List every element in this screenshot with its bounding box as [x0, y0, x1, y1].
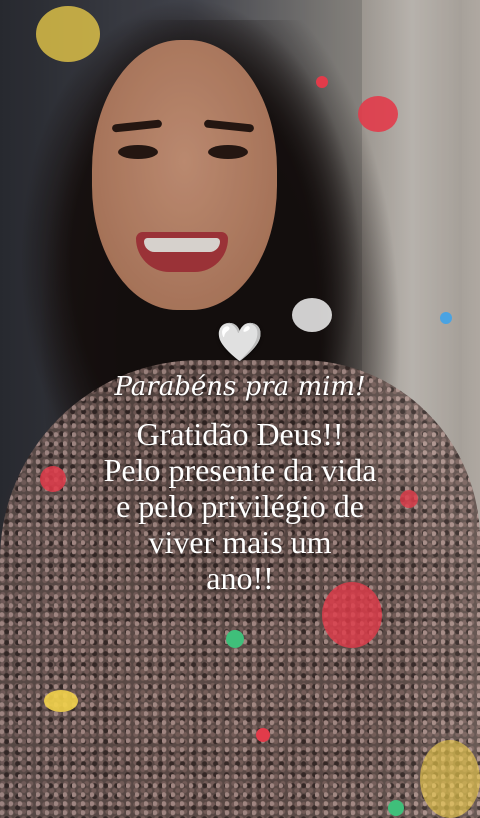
- caption-line: ano!!: [206, 560, 274, 596]
- caption-line: Gratidão Deus!!: [136, 416, 344, 452]
- white-heart-icon: 🤍: [216, 320, 264, 364]
- caption-heading: Parabéns pra mim!: [114, 372, 366, 402]
- confetti-piece: [316, 76, 328, 88]
- confetti-piece: [388, 800, 404, 816]
- caption-line: Pelo presente da vida: [103, 452, 377, 488]
- caption-overlay: 🤍 Parabéns pra mim! Gratidão Deus!! Pelo…: [0, 320, 480, 596]
- confetti-piece: [44, 690, 78, 712]
- confetti-piece: [226, 630, 244, 648]
- confetti-piece: [256, 728, 270, 742]
- caption-line: viver mais um: [148, 524, 332, 560]
- confetti-piece: [358, 96, 398, 132]
- confetti-piece: [420, 740, 480, 818]
- caption-line: e pelo privilégio de: [116, 488, 364, 524]
- caption-body: Gratidão Deus!! Pelo presente da vida e …: [0, 416, 480, 596]
- confetti-piece: [36, 6, 100, 62]
